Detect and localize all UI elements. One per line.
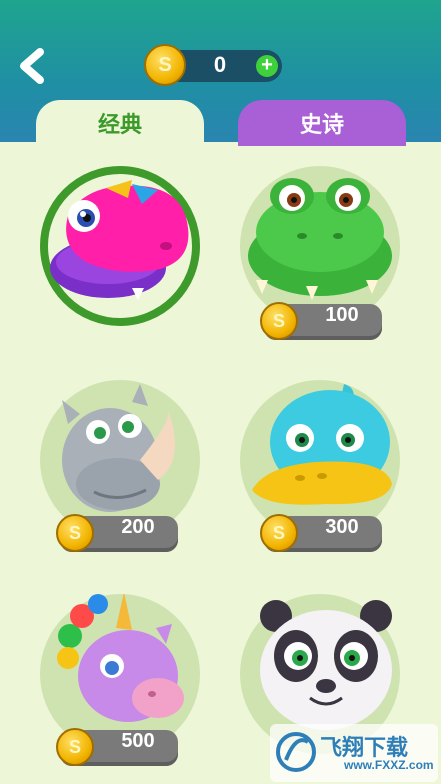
watermark-logo-icon: [276, 732, 316, 772]
crocodile-icon: [248, 178, 392, 300]
back-arrow-icon[interactable]: [16, 48, 50, 84]
rhino-icon: [62, 384, 176, 512]
add-coins-button[interactable]: +: [256, 55, 278, 77]
unicorn-icon: [57, 594, 184, 722]
watermark: 飞翔下载 www.FXXZ.com: [270, 724, 438, 782]
price-tag: S 200: [56, 514, 178, 552]
character-card-rhino[interactable]: S 200: [40, 380, 200, 552]
tab-classic[interactable]: 经典: [36, 100, 204, 146]
price-tag: S 100: [260, 302, 382, 340]
panda-icon: [260, 600, 392, 730]
coin-icon: S: [260, 302, 298, 340]
price-value: 500: [121, 730, 155, 752]
price-value: 200: [121, 516, 155, 538]
price-tag: S 500: [56, 728, 178, 766]
character-card-platypus[interactable]: S 300: [240, 380, 400, 552]
price-value: 300: [325, 516, 359, 538]
character-card-pink-dinosaur[interactable]: [40, 166, 200, 326]
platypus-icon: [252, 384, 392, 505]
tab-epic[interactable]: 史诗: [238, 100, 406, 146]
pink-dinosaur-icon: [50, 180, 189, 300]
watermark-url: www.FXXZ.com: [344, 758, 434, 772]
price-tag: S 300: [260, 514, 382, 552]
coin-icon: S: [260, 514, 298, 552]
coin-icon: S: [144, 44, 186, 86]
character-card-crocodile[interactable]: S 100: [240, 166, 400, 340]
coin-count: 0: [213, 52, 227, 77]
price-value: 100: [325, 304, 359, 326]
character-card-unicorn[interactable]: S 500: [40, 594, 200, 766]
coin-icon: S: [56, 728, 94, 766]
coin-icon: S: [56, 514, 94, 552]
